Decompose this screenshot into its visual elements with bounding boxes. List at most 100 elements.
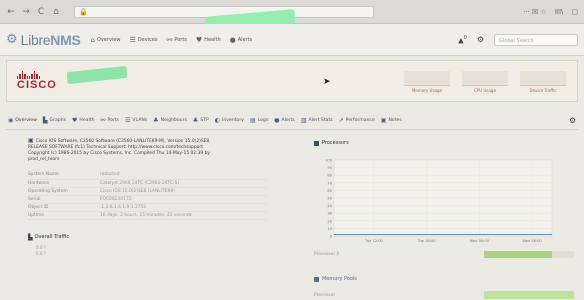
address-bar[interactable]: 🔒	[74, 5, 374, 31]
device-description: ▣ Cisco IOS Software, C3560 Software (C35…	[28, 137, 211, 163]
library-icon[interactable]: III\	[555, 8, 564, 16]
x-tick-label: Wed 06:00	[522, 239, 542, 243]
traffic-values: 0.0 ? 0.0 ?	[36, 244, 46, 256]
processors-panel: Processors 100 90 80 70 60 50 40 30 20 10 0 Tue 12:…	[314, 140, 576, 300]
header-graph-traffic[interactable]: Device Traffic	[519, 69, 567, 93]
tab-label: Alert Stats	[308, 118, 333, 123]
menu-item-health[interactable]: ♥ Health	[196, 36, 221, 44]
reload-button-icon[interactable]: C	[36, 7, 46, 17]
info-row: Serial FOC0823X172	[28, 195, 268, 204]
menu-item-devices[interactable]: ☰ Devices	[130, 36, 158, 44]
neighbours-icon: ♣	[153, 117, 159, 124]
info-row: Hardware Catalyst 2960 24TC (C2960-24TC-S…	[28, 179, 268, 188]
header-graphs: Memory Usage CPU Usage Device Traffic	[403, 69, 567, 93]
y-tick-label: 20	[327, 219, 332, 223]
header-graph-label: CPU Usage	[474, 88, 496, 93]
tab-overview[interactable]: ◉ Overview	[8, 117, 37, 124]
tab-logs[interactable]: ▤ Logs	[250, 117, 268, 124]
y-tick-label: 100	[325, 159, 333, 163]
sidebar-icon[interactable]: ▢	[571, 8, 578, 16]
tab-ports[interactable]: ⚯ Ports	[100, 117, 119, 124]
logo-text: LibreNMS	[20, 31, 81, 48]
processor-util-fill	[484, 250, 552, 258]
tab-label: Health	[79, 118, 95, 123]
memory-pool-row[interactable]: Processor	[314, 290, 576, 300]
logo-gear-icon: ⚙	[6, 32, 18, 47]
alert-notification[interactable]: ▲0	[458, 35, 467, 44]
tab-neighbours[interactable]: ♣ Neighbours	[153, 117, 187, 124]
tab-notes[interactable]: ▣ Notes	[381, 117, 402, 124]
menu-item-ports[interactable]: ⚯ Ports	[167, 36, 187, 44]
device-header: CISCO ➤ Memory Usage CPU Usage Device Tr…	[6, 60, 578, 102]
menu-item-overview[interactable]: ⌂ Overview	[91, 36, 121, 44]
server-icon: ☰	[129, 35, 136, 44]
processors-heading[interactable]: Processors	[314, 140, 576, 146]
processor-chart-svg: 1009080706050403020100Tue 12:00 Tue 18:00…	[325, 159, 553, 243]
app-navbar: ⚙ LibreNMS ⌂ Overview ☰ Devices ⚯ Ports …	[0, 24, 584, 56]
y-tick-label: 30	[327, 212, 332, 216]
info-value: Catalyst 2960 24TC (C2960-24TC-S)	[100, 179, 268, 188]
vendor-name: CISCO	[17, 79, 57, 91]
x-tick-label: Tue 12:00	[364, 239, 383, 243]
traffic-icon: ▙	[28, 233, 33, 241]
overview-panel: ▣ Cisco IOS Software, C3560 Software (C35…	[28, 138, 288, 298]
info-row: Uptime 16 days, 2 hours, 15 minutes, 43 s…	[28, 211, 268, 220]
y-tick-label: 80	[327, 174, 332, 178]
tab-vlans[interactable]: ☰ VLANs	[125, 117, 147, 124]
menu-item-label: Overview	[96, 36, 121, 43]
overall-traffic-heading: ▙ Overall Traffic	[28, 233, 70, 241]
processor-chart[interactable]: 100 90 80 70 60 50 40 30 20 10 0 Tue 12:00 Tue 18:00…	[314, 152, 576, 248]
home-button-icon[interactable]: ⌂	[51, 7, 61, 17]
menu-item-alerts[interactable]: ● Alerts	[230, 36, 253, 44]
tab-inventory[interactable]: ◐ Inventory	[215, 117, 244, 124]
device-settings-gear-icon[interactable]: ⚙	[569, 116, 576, 125]
header-graph-memory[interactable]: Memory Usage	[403, 69, 451, 93]
forward-button-icon[interactable]: →	[21, 7, 31, 17]
health-icon: ♥	[72, 117, 78, 124]
info-value: FOC0823X172	[100, 195, 268, 204]
info-row: System Name redacted	[28, 171, 268, 180]
header-graph-cpu[interactable]: CPU Usage	[461, 69, 509, 93]
info-key: System Name	[28, 171, 100, 180]
tab-label: Inventory	[222, 118, 244, 123]
page-actions-icon[interactable]: ··· ☒ ☆	[523, 8, 547, 16]
tab-performance[interactable]: ↗ Performance	[339, 117, 375, 124]
global-search-input[interactable]: Global Search	[494, 33, 578, 46]
tab-label: VLANs	[132, 118, 148, 123]
info-value: redacted	[100, 171, 268, 180]
y-tick-label: 70	[327, 181, 332, 185]
memory-pools-heading[interactable]: Memory Pools	[314, 276, 357, 282]
cisco-bars-icon	[17, 71, 40, 79]
x-tick-label: Wed 00:00	[470, 239, 490, 243]
lightbulb-icon: ◉	[8, 117, 14, 124]
link-icon: ⚯	[166, 35, 173, 44]
tab-label: Ports	[107, 118, 120, 123]
ports-icon: ⚯	[100, 117, 106, 124]
tab-label: STP	[200, 118, 209, 123]
tab-stp[interactable]: ♣ STP	[193, 117, 209, 124]
tab-graphs[interactable]: ▙ Graphs	[43, 117, 66, 124]
tab-alert-stats[interactable]: ▥ Alert Stats	[301, 117, 333, 124]
settings-gear-icon[interactable]: ⚙	[477, 35, 484, 44]
memory-icon	[314, 276, 319, 282]
info-row: Operating System Cisco IOS 15.0(2)SE8 (LA…	[28, 187, 268, 196]
info-row: Object ID .1.3.6.1.4.1.9.1.1753	[28, 203, 268, 212]
info-key: Object ID	[28, 203, 100, 212]
device-info-table: System Name redacted Hardware Catalyst 2960…	[28, 171, 268, 220]
cisco-logo: CISCO	[17, 71, 57, 91]
info-key: Uptime	[28, 211, 100, 220]
tab-health[interactable]: ♥ Health	[72, 117, 94, 124]
vlans-icon: ☰	[125, 117, 131, 124]
browser-toolbar: ← → C ⌂ 🔒 ··· ☒ ☆ III\ ▢	[0, 0, 584, 31]
tab-alerts[interactable]: ● Alerts	[274, 117, 295, 124]
graphs-icon: ▙	[42, 117, 48, 124]
alert-icon: ●	[229, 35, 236, 44]
librenms-logo[interactable]: ⚙ LibreNMS	[6, 32, 81, 48]
notes-icon: ▣	[380, 117, 387, 124]
alerts-icon: ●	[274, 117, 280, 124]
tab-label: Neighbours	[160, 118, 187, 123]
info-value: Cisco IOS 15.0(2)SE8 (LANLITEK9)	[100, 187, 268, 196]
processor-util-row[interactable]: Processor 0	[314, 248, 576, 260]
back-button-icon[interactable]: ←	[6, 7, 16, 17]
screen: ← → C ⌂ 🔒 ··· ☒ ☆ III\ ▢ ⚙ LibreNMS ⌂ Ov…	[0, 0, 584, 300]
